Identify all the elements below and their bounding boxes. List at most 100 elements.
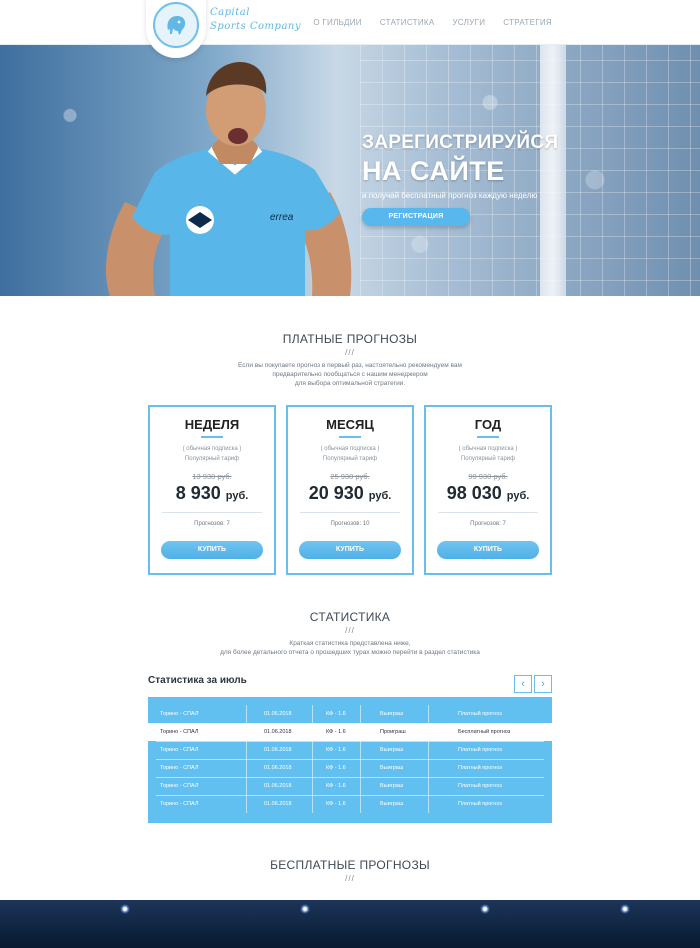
football-player-image: errea — [105, 62, 352, 296]
hero-title-line1: ЗАРЕГИСТРИРУЙСЯ — [362, 132, 559, 153]
table-row: Торино - СПАЛ 01.06.2018 КФ - 1.6 Выиграш Пл… — [148, 759, 552, 777]
stadium-light-icon — [120, 904, 130, 914]
table-cell-date: 01.06.2018 — [264, 765, 292, 771]
stadium-light-icon — [620, 904, 630, 914]
stadium-light-icon — [480, 904, 490, 914]
plan-tag: Популярный тариф — [184, 456, 240, 462]
next-month-button[interactable]: › — [534, 675, 552, 693]
stadium-light-icon — [300, 904, 310, 914]
pricing-card-year: ГОД ( обычная подписка ) Популярный тари… — [424, 405, 552, 575]
chevron-right-icon: › — [541, 678, 545, 690]
table-cell-type: Платный прогноз — [458, 783, 502, 789]
stats-table: Торино - СПАЛ 01.06.2018 КФ - 1.6 Выиграш Пл… — [148, 697, 552, 823]
table-cell-match: Торино - СПАЛ — [160, 747, 199, 753]
table-row: Торино - СПАЛ 01.06.2018 КФ - 1.6 Выиграш Пл… — [148, 705, 552, 723]
table-cell-date: 01.06.2018 — [264, 747, 292, 753]
buy-button-month[interactable]: КУПИТЬ — [299, 541, 401, 559]
stadium-lights-banner — [0, 900, 700, 948]
plan-price-value: 20 930 — [308, 483, 364, 503]
plan-price-currency: руб. — [506, 490, 530, 502]
stats-section-divider: /// — [345, 626, 355, 635]
free-section-title: БЕСПЛАТНЫЕ ПРОГНОЗЫ — [270, 858, 430, 872]
logo-badge[interactable] — [146, 0, 206, 58]
stats-section-title: СТАТИСТИКА — [309, 610, 391, 624]
plan-name: МЕСЯЦ — [326, 417, 374, 432]
paid-section-description: Если вы покупаете прогноз в первый раз, … — [200, 361, 500, 388]
paid-section-divider: /// — [345, 348, 355, 357]
svg-text:errea: errea — [270, 212, 294, 223]
table-cell-coef: КФ - 1.6 — [326, 801, 346, 807]
plan-price-value: 98 030 — [446, 483, 502, 503]
table-cell-date: 01.06.2018 — [264, 801, 292, 807]
plan-underline — [201, 436, 223, 438]
buy-button-year[interactable]: КУПИТЬ — [437, 541, 539, 559]
plan-price: 8 930 руб. — [150, 483, 274, 504]
table-cell-coef: КФ - 1.6 — [326, 729, 346, 735]
nav-item-about[interactable]: О ГИЛЬДИИ — [313, 18, 361, 27]
stats-table-title: Статистика за июль — [148, 675, 247, 686]
table-cell-coef: КФ - 1.6 — [326, 711, 346, 717]
pricing-card-month: МЕСЯЦ ( обычная подписка ) Популярный та… — [286, 405, 414, 575]
prev-month-button[interactable]: ‹ — [514, 675, 532, 693]
table-cell-match: Торино - СПАЛ — [160, 711, 199, 717]
plan-price-currency: руб. — [225, 490, 249, 502]
paid-desc-line3: для выбора оптимальной стратегии. — [294, 380, 406, 387]
plan-forecast-count: Прогнозов: 7 — [470, 521, 506, 527]
table-row: Торино - СПАЛ 01.06.2018 КФ - 1.6 Выиграш Пл… — [148, 777, 552, 795]
stats-section-description: Краткая статистика представлена ниже, дл… — [150, 639, 550, 657]
logo-text[interactable]: Capital Sports Company — [210, 6, 301, 34]
chevron-left-icon: ‹ — [521, 678, 525, 690]
nav-item-services[interactable]: УСЛУГИ — [452, 18, 485, 27]
table-cell-result: Выиграш — [380, 765, 404, 771]
table-row: Торино - СПАЛ 01.06.2018 КФ - 1.6 Выиграш Пл… — [148, 795, 552, 813]
table-cell-date: 01.06.2018 — [264, 711, 292, 717]
plan-price-currency: руб. — [368, 490, 392, 502]
paid-section-title: ПЛАТНЫЕ ПРОГНОЗЫ — [282, 332, 418, 346]
table-cell-coef: КФ - 1.6 — [326, 747, 346, 753]
plan-tag: Популярный тариф — [322, 456, 378, 462]
table-cell-match: Торино - СПАЛ — [160, 783, 199, 789]
table-row: Торино - СПАЛ 01.06.2018 КФ - 1.6 Выиграш Пл… — [148, 741, 552, 759]
buy-button-week[interactable]: КУПИТЬ — [161, 541, 263, 559]
hero-subtitle: и получай бесплатный прогноз каждую неде… — [362, 191, 538, 200]
plan-price: 98 030 руб. — [426, 483, 550, 504]
hero-title-line2: НА САЙТЕ — [362, 156, 505, 186]
plan-subscription-type: ( обычная подписка ) — [458, 446, 518, 452]
stats-desc-line2: для более детального отчета о прошедших … — [220, 649, 480, 656]
nav-item-strategy[interactable]: СТРАТЕГИЯ — [503, 18, 552, 27]
register-button[interactable]: РЕГИСТРАЦИЯ — [362, 208, 470, 226]
table-cell-type: Платный прогноз — [458, 801, 502, 807]
plan-name: ГОД — [474, 417, 502, 432]
table-cell-type: Платный прогноз — [458, 711, 502, 717]
elephant-logo-icon — [153, 2, 199, 48]
plan-underline — [339, 436, 361, 438]
table-cell-result: Выиграш — [380, 711, 404, 717]
table-cell-type: Бесплатный прогноз — [458, 729, 511, 735]
table-cell-coef: КФ - 1.6 — [326, 783, 346, 789]
logo-line1: Capital — [210, 7, 250, 18]
plan-old-price: 13 930 руб. — [192, 472, 232, 481]
table-cell-type: Платный прогноз — [458, 765, 502, 771]
table-cell-match: Торино - СПАЛ — [160, 729, 199, 735]
plan-subscription-type: ( обычная подписка ) — [182, 446, 242, 452]
nav-item-statistics[interactable]: СТАТИСТИКА — [380, 18, 435, 27]
table-row: Торино - СПАЛ 01.06.2018 КФ - 1.6 Проиграш Б… — [148, 723, 552, 741]
plan-underline — [477, 436, 499, 438]
table-cell-match: Торино - СПАЛ — [160, 765, 199, 771]
paid-desc-line1: Если вы покупаете прогноз в первый раз, … — [238, 362, 462, 369]
table-cell-date: 01.06.2018 — [264, 783, 292, 789]
plan-divider — [162, 512, 262, 513]
table-cell-result: Выиграш — [380, 747, 404, 753]
plan-tag: Популярный тариф — [460, 456, 516, 462]
plan-forecast-count: Прогнозов: 10 — [330, 521, 370, 527]
plan-divider — [438, 512, 538, 513]
plan-subscription-type: ( обычная подписка ) — [320, 446, 380, 452]
logo-line2: Sports Company — [210, 21, 301, 32]
plan-name: НЕДЕЛЯ — [184, 417, 240, 432]
plan-price-value: 8 930 — [175, 483, 221, 503]
table-cell-result: Выиграш — [380, 783, 404, 789]
hero-banner: errea ЗАРЕГИСТРИРУЙСЯ НА САЙТЕ и получай… — [0, 38, 700, 296]
plan-old-price: 99 930 руб. — [468, 472, 508, 481]
plan-price: 20 930 руб. — [288, 483, 412, 504]
free-section-divider: /// — [345, 874, 355, 883]
